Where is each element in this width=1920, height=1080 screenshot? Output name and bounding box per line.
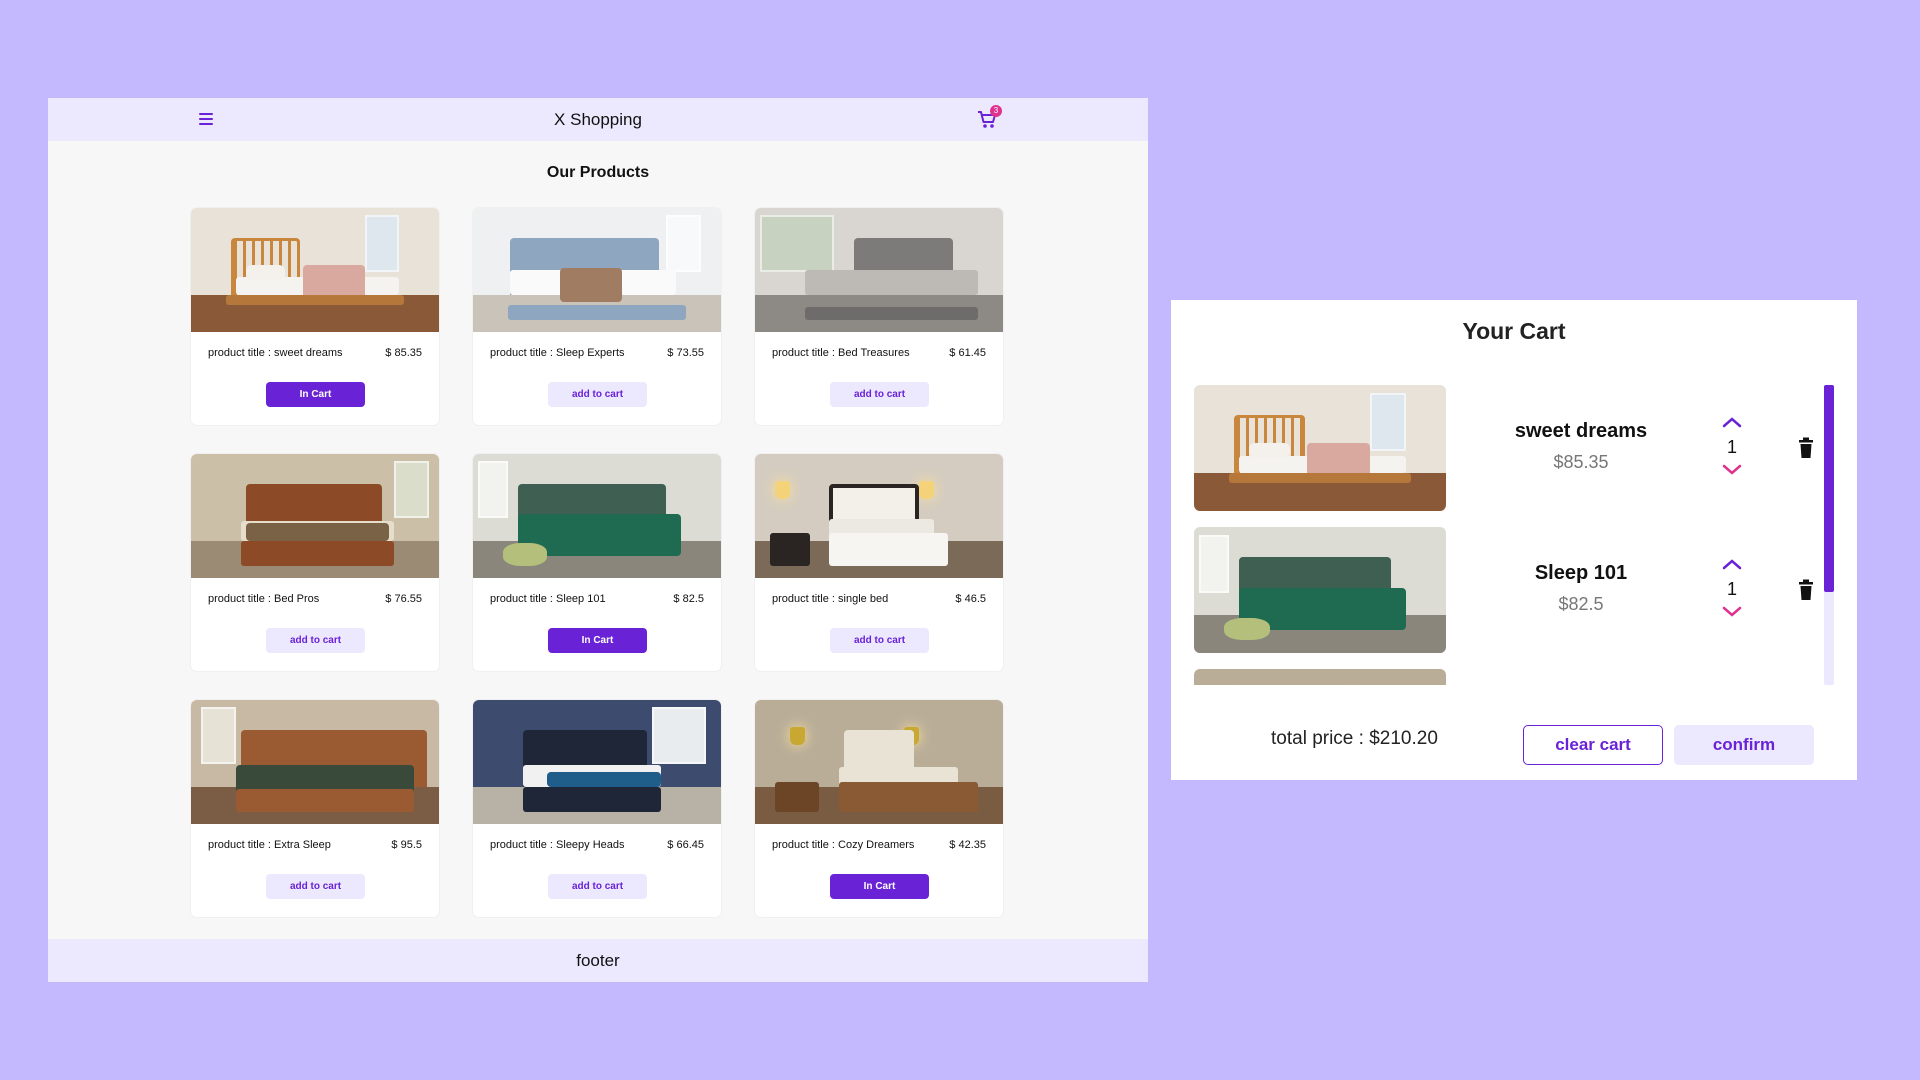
add-to-cart-button[interactable]: add to cart [830,628,929,653]
confirm-button[interactable]: confirm [1674,725,1814,765]
product-card: product title : Cozy Dreamers $ 42.35 In … [755,700,1003,917]
quantity-value: 1 [1726,579,1737,599]
product-card: product title : single bed $ 46.5 add to … [755,454,1003,671]
product-price: $ 76.55 [385,593,422,605]
product-image [191,208,439,332]
add-to-cart-button[interactable]: add to cart [266,874,365,899]
total-price: total price : $210.20 [1271,728,1438,749]
product-price: $ 46.5 [955,593,986,605]
product-price: $ 42.35 [949,839,986,851]
cart-item: sweet dreams $85.35 1 [1194,385,1834,527]
trash-icon[interactable] [1798,579,1814,601]
product-price: $ 61.45 [949,347,986,359]
cart-item-image [1194,385,1446,511]
quantity-value: 1 [1726,437,1737,457]
add-to-cart-button[interactable]: add to cart [548,874,647,899]
cart-item-image [1194,527,1446,653]
product-title: product title : single bed [772,593,889,605]
product-card: product title : sweet dreams $ 85.35 In C… [191,208,439,425]
chevron-down-icon[interactable] [1721,463,1743,477]
in-cart-button[interactable]: In Cart [266,382,365,407]
cart-panel: Your Cart sweet dreams $85.35 1 Sleep 10… [1171,300,1857,780]
add-to-cart-button[interactable]: add to cart [830,382,929,407]
cart-scrollbar[interactable] [1824,385,1834,685]
cart-icon[interactable]: 3 [977,105,1002,130]
product-title: product title : Sleep Experts [490,347,625,359]
shop-header: X Shopping 3 [48,98,1148,141]
product-title: product title : Bed Treasures [772,347,910,359]
clear-cart-button[interactable]: clear cart [1523,725,1663,765]
hamburger-menu-icon[interactable] [199,113,213,125]
product-title: product title : Sleep 101 [490,593,606,605]
shop-window: X Shopping 3 Our Products product title … [48,98,1148,982]
cart-item-name: sweet dreams [1514,420,1648,442]
product-price: $ 73.55 [667,347,704,359]
cart-count-badge: 3 [990,105,1002,117]
product-card: product title : Extra Sleep $ 95.5 add to… [191,700,439,917]
product-price: $ 66.45 [667,839,704,851]
cart-item-image [1194,669,1446,685]
in-cart-button[interactable]: In Cart [830,874,929,899]
trash-icon[interactable] [1798,437,1814,459]
product-title: product title : Bed Pros [208,593,320,605]
app-title: X Shopping [554,109,642,129]
product-image [191,700,439,824]
shop-footer: footer [48,939,1148,982]
product-price: $ 85.35 [385,347,422,359]
chevron-down-icon[interactable] [1721,605,1743,619]
product-price: $ 82.5 [673,593,704,605]
product-image [191,454,439,578]
cart-item-name: Sleep 101 [1534,562,1628,584]
product-title: product title : sweet dreams [208,347,343,359]
add-to-cart-button[interactable]: add to cart [548,382,647,407]
product-image [473,700,721,824]
products-heading: Our Products [546,164,650,181]
product-image [473,208,721,332]
add-to-cart-button[interactable]: add to cart [266,628,365,653]
product-title: product title : Sleepy Heads [490,839,625,851]
product-image [755,700,1003,824]
cart-item [1194,669,1834,685]
product-grid: product title : sweet dreams $ 85.35 In C… [191,208,1011,917]
product-card: product title : Bed Pros $ 76.55 add to c… [191,454,439,671]
product-card: product title : Sleepy Heads $ 66.45 add … [473,700,721,917]
cart-title: Your Cart [1462,318,1566,344]
product-title: product title : Cozy Dreamers [772,839,915,851]
chevron-up-icon[interactable] [1721,557,1743,571]
product-image [755,208,1003,332]
in-cart-button[interactable]: In Cart [548,628,647,653]
chevron-up-icon[interactable] [1721,415,1743,429]
product-card: product title : Bed Treasures $ 61.45 add… [755,208,1003,425]
product-image [755,454,1003,578]
cart-item: Sleep 101 $82.5 1 [1194,527,1834,669]
product-title: product title : Extra Sleep [208,839,331,851]
product-card: product title : Sleep 101 $ 82.5 In Cart [473,454,721,671]
cart-scrollbar-thumb[interactable] [1824,385,1834,592]
product-image [473,454,721,578]
product-price: $ 95.5 [391,839,422,851]
cart-item-list[interactable]: sweet dreams $85.35 1 Sleep 101 $82.5 1 [1194,385,1834,685]
cart-item-price: $82.5 [1558,594,1604,614]
cart-item-price: $85.35 [1553,452,1609,472]
product-card: product title : Sleep Experts $ 73.55 add… [473,208,721,425]
